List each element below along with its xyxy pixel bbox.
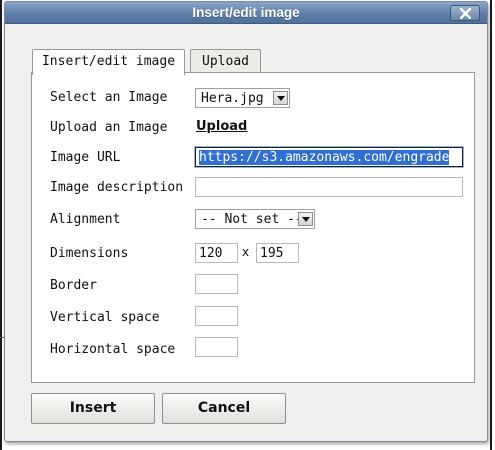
alignment-dropdown[interactable]: -- Not set -- <box>195 209 315 229</box>
height-input[interactable]: 195 <box>256 243 299 263</box>
image-url-label: Image URL <box>50 150 121 165</box>
close-button[interactable] <box>450 5 480 21</box>
dimensions-label: Dimensions <box>50 246 129 261</box>
dropdown-arrow-button[interactable] <box>298 212 313 226</box>
dialog-title: Insert/edit image <box>192 5 300 20</box>
upload-link[interactable]: Upload <box>196 119 247 134</box>
page-edge-left <box>0 0 2 450</box>
border-input[interactable] <box>195 274 238 294</box>
vertical-space-label: Vertical space <box>50 310 160 325</box>
close-x-icon <box>460 8 471 19</box>
alignment-value: -- Not set -- <box>201 212 303 227</box>
insert-button[interactable]: Insert <box>31 393 155 424</box>
chevron-down-icon <box>277 96 285 101</box>
page-edge-right <box>490 0 492 450</box>
dialog-titlebar[interactable]: Insert/edit image <box>5 2 487 24</box>
horizontal-space-label: Horizontal space <box>50 342 176 357</box>
dropdown-arrow-button[interactable] <box>273 91 288 105</box>
vertical-space-input[interactable] <box>195 306 238 326</box>
select-image-label: Select an Image <box>50 90 168 105</box>
tab-upload[interactable]: Upload <box>190 49 261 73</box>
chevron-down-icon <box>302 217 310 222</box>
dimensions-separator: x <box>242 245 250 259</box>
alignment-label: Alignment <box>50 212 121 227</box>
image-description-label: Image description <box>50 180 184 195</box>
select-image-value: Hera.jpg <box>201 91 264 106</box>
select-image-dropdown[interactable]: Hera.jpg <box>195 88 290 108</box>
cancel-button[interactable]: Cancel <box>162 393 286 424</box>
image-url-value: https://s3.amazonaws.com/engrade <box>199 150 450 165</box>
tab-insert-edit-image[interactable]: Insert/edit image <box>32 49 185 75</box>
upload-image-label: Upload an Image <box>50 120 168 135</box>
width-input[interactable]: 120 <box>195 243 238 263</box>
image-url-input[interactable]: https://s3.amazonaws.com/engrade <box>195 147 463 167</box>
horizontal-space-input[interactable] <box>195 337 238 357</box>
image-description-input[interactable] <box>195 177 463 197</box>
border-label: Border <box>50 278 97 293</box>
